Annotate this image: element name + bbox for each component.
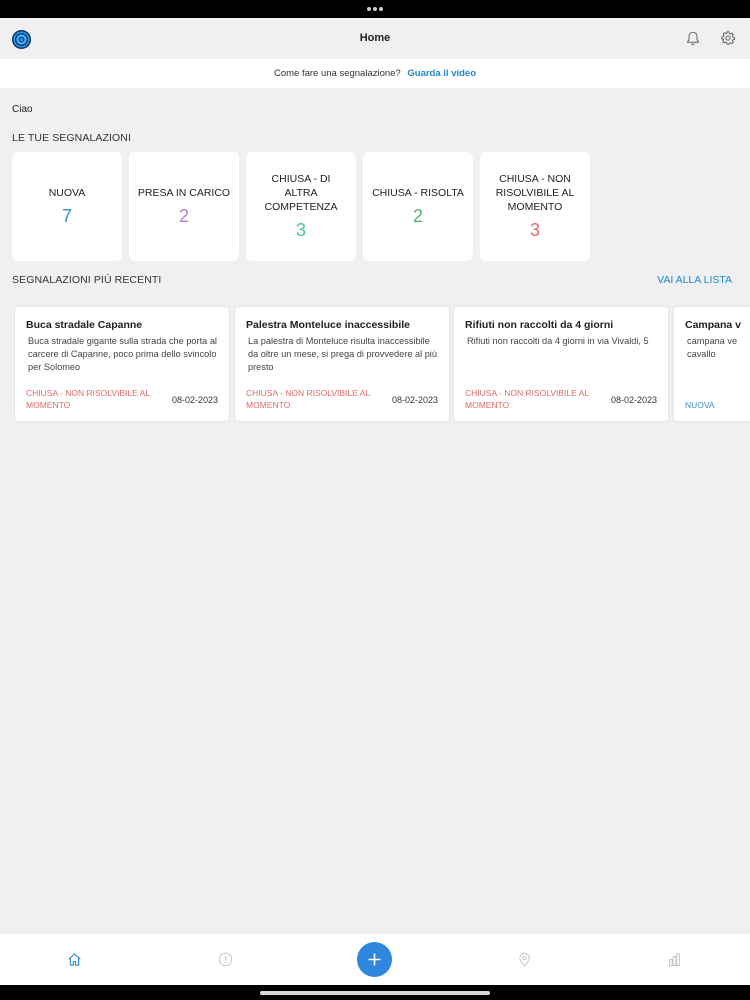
home-icon[interactable] — [67, 952, 82, 967]
bell-icon[interactable] — [686, 31, 700, 46]
stat-card-risolta[interactable]: CHIUSA - RISOLTA 2 — [363, 152, 473, 261]
report-date: 08-02-2023 — [391, 395, 438, 405]
view-list-link[interactable]: VAI ALLA LISTA — [657, 274, 732, 286]
my-reports-title: LE TUE SEGNALAZIONI — [12, 132, 131, 144]
report-card[interactable]: Palestra Monteluce inaccessibile La pale… — [235, 307, 449, 421]
stat-card-non-risolvibile[interactable]: CHIUSA - NON RISOLVIBILE AL MOMENTO 3 — [480, 152, 590, 261]
add-icon — [368, 953, 381, 966]
report-title: Campana v — [685, 319, 742, 331]
app-screen: Home Come fare una segnalazione? Guarda … — [0, 18, 750, 985]
stat-value: 7 — [61, 206, 72, 226]
info-icon[interactable] — [218, 952, 233, 967]
stat-label: NUOVA — [48, 187, 86, 199]
status-bar — [0, 0, 750, 18]
watch-video-link[interactable]: Guarda il video — [407, 68, 476, 79]
report-status: CHIUSA - NON RISOLVIBILE AL MOMENTO — [465, 388, 589, 410]
stat-card-altra-competenza[interactable]: CHIUSA - DI ALTRA COMPETENZA 3 — [246, 152, 356, 261]
report-status: CHIUSA - NON RISOLVIBILE AL MOMENTO — [246, 388, 370, 410]
stat-card-nuova[interactable]: NUOVA 7 — [12, 152, 122, 261]
stat-value: 3 — [529, 220, 540, 240]
stats-icon[interactable] — [667, 952, 682, 967]
help-banner: Come fare una segnalazione? Guarda il vi… — [0, 59, 750, 88]
multitasking-dots[interactable] — [367, 7, 383, 11]
stat-card-presa-in-carico[interactable]: PRESA IN CARICO 2 — [129, 152, 239, 261]
stat-value: 2 — [178, 206, 189, 226]
report-card[interactable]: Buca stradale Capanne Buca stradale giga… — [15, 307, 229, 421]
stat-label: CHIUSA - NON RISOLVIBILE AL MOMENTO — [495, 173, 575, 213]
greeting: Ciao — [12, 104, 33, 115]
report-card[interactable]: Campana v campana ve cavallo NUOVA — [674, 307, 750, 421]
tab-bar — [0, 934, 750, 985]
gear-icon[interactable] — [721, 31, 735, 45]
stat-label: CHIUSA - RISOLTA — [372, 187, 464, 199]
report-title: Palestra Monteluce inaccessibile — [246, 319, 410, 331]
report-date: 08-02-2023 — [171, 395, 218, 405]
report-title: Rifiuti non raccolti da 4 giorni — [465, 319, 614, 331]
stat-label: CHIUSA - DI ALTRA COMPETENZA — [264, 173, 338, 213]
recent-reports-title: SEGNALAZIONI PIÙ RECENTI — [12, 274, 162, 286]
report-description: Rifiuti non raccolti da 4 giorni in via … — [467, 336, 649, 346]
report-card[interactable]: Rifiuti non raccolti da 4 giorni Rifiuti… — [454, 307, 668, 421]
report-description: Buca stradale gigante sulla strada che p… — [28, 336, 217, 372]
report-status: NUOVA — [685, 400, 715, 410]
home-bar — [0, 985, 750, 1000]
stat-value: 2 — [412, 206, 423, 226]
report-description: La palestra di Monteluce risulta inacces… — [248, 336, 437, 372]
stat-label: PRESA IN CARICO — [137, 187, 231, 199]
page-title: Home — [359, 32, 391, 44]
report-status: CHIUSA - NON RISOLVIBILE AL MOMENTO — [26, 388, 150, 410]
report-date: 08-02-2023 — [610, 395, 657, 405]
map-pin-icon[interactable] — [517, 952, 532, 967]
home-indicator[interactable] — [260, 991, 490, 995]
report-description: campana ve cavallo — [687, 336, 738, 359]
top-bar: Home — [0, 18, 750, 59]
help-question: Come fare una segnalazione? — [273, 68, 401, 79]
report-title: Buca stradale Capanne — [26, 319, 143, 331]
new-report-button[interactable] — [357, 942, 392, 977]
stat-value: 3 — [295, 220, 306, 240]
